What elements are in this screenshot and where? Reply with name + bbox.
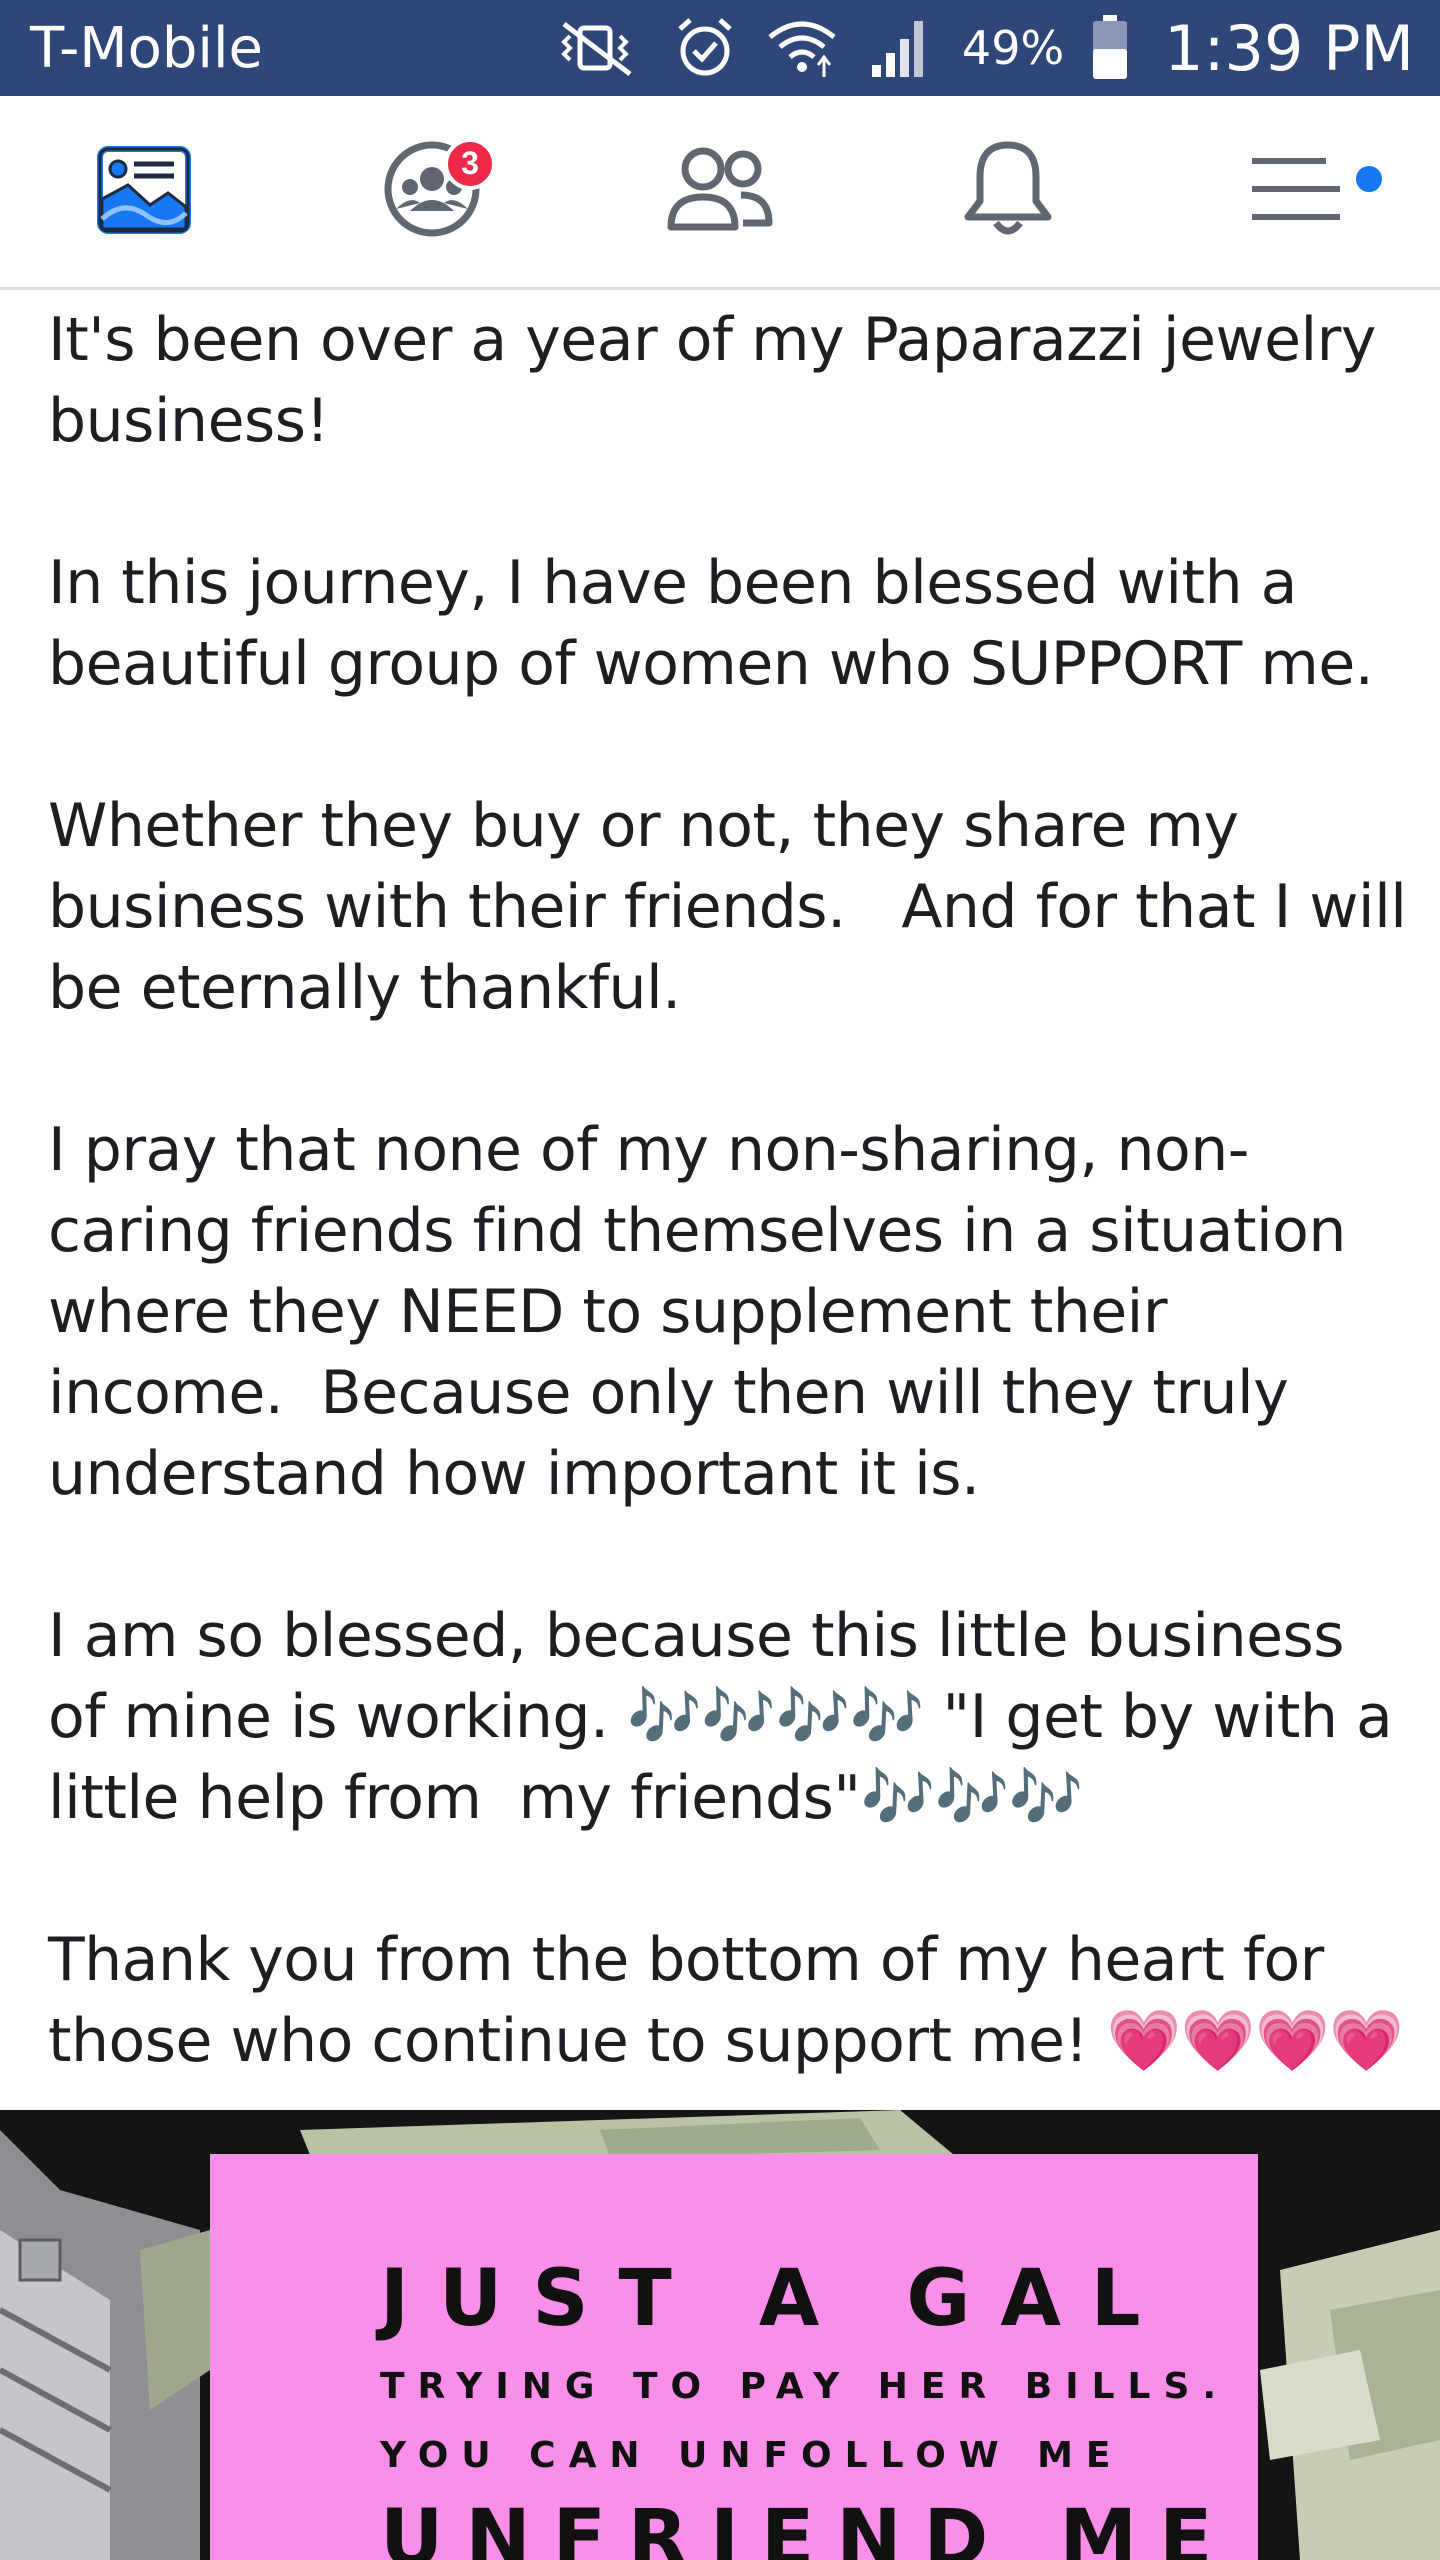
status-icons: 49% 1:39 PM (550, 12, 1414, 85)
carrier-name: T-Mobile (30, 15, 263, 81)
alarm-icon (672, 15, 738, 81)
wifi-icon (764, 15, 840, 81)
meme-card: JUST A GAL TRYING TO PAY HER BILLS. YOU … (210, 2154, 1258, 2560)
meme-headline: JUST A GAL (380, 2254, 1171, 2344)
friends-icon (665, 139, 775, 244)
bell-icon (960, 137, 1056, 246)
post-paragraph: Thank you from the bottom of my heart fo… (48, 1925, 1404, 2076)
post-text: It's been over a year of my Paparazzi je… (48, 300, 1408, 2082)
battery-icon (1090, 13, 1130, 83)
tab-groups[interactable]: 3 (332, 122, 532, 262)
post-paragraph: Whether they buy or not, they share my b… (48, 791, 1426, 1023)
signal-icon (866, 15, 936, 81)
meme-headline-bottom: UNFRIEND ME (380, 2494, 1235, 2560)
post-image[interactable]: JUST A GAL TRYING TO PAY HER BILLS. YOU … (0, 2110, 1440, 2560)
post-paragraph: In this journey, I have been blessed wit… (48, 548, 1374, 699)
post-paragraph: It's been over a year of my Paparazzi je… (48, 305, 1395, 456)
post-paragraph: I am so blessed, because this little bus… (48, 1601, 1411, 1833)
tab-news-feed[interactable] (44, 122, 244, 262)
vibrate-off-icon (550, 18, 646, 78)
tab-menu[interactable] (1196, 122, 1396, 262)
meme-subline: TRYING TO PAY HER BILLS. (380, 2366, 1230, 2407)
tab-friends[interactable] (620, 122, 820, 262)
status-bar: T-Mobile 49% 1:39 PM (0, 0, 1440, 96)
news-feed-icon (94, 139, 194, 244)
menu-icon (1246, 147, 1346, 236)
post-paragraph: I pray that none of my non-sharing, non-… (48, 1115, 1365, 1509)
battery-percent: 49% (961, 21, 1065, 75)
groups-badge: 3 (444, 137, 496, 190)
tab-notifications[interactable] (908, 122, 1108, 262)
meme-subline: YOU CAN UNFOLLOW ME (380, 2435, 1124, 2476)
menu-notification-dot (1352, 161, 1386, 196)
top-navigation: 3 (0, 96, 1440, 290)
clock: 1:39 PM (1164, 11, 1414, 85)
